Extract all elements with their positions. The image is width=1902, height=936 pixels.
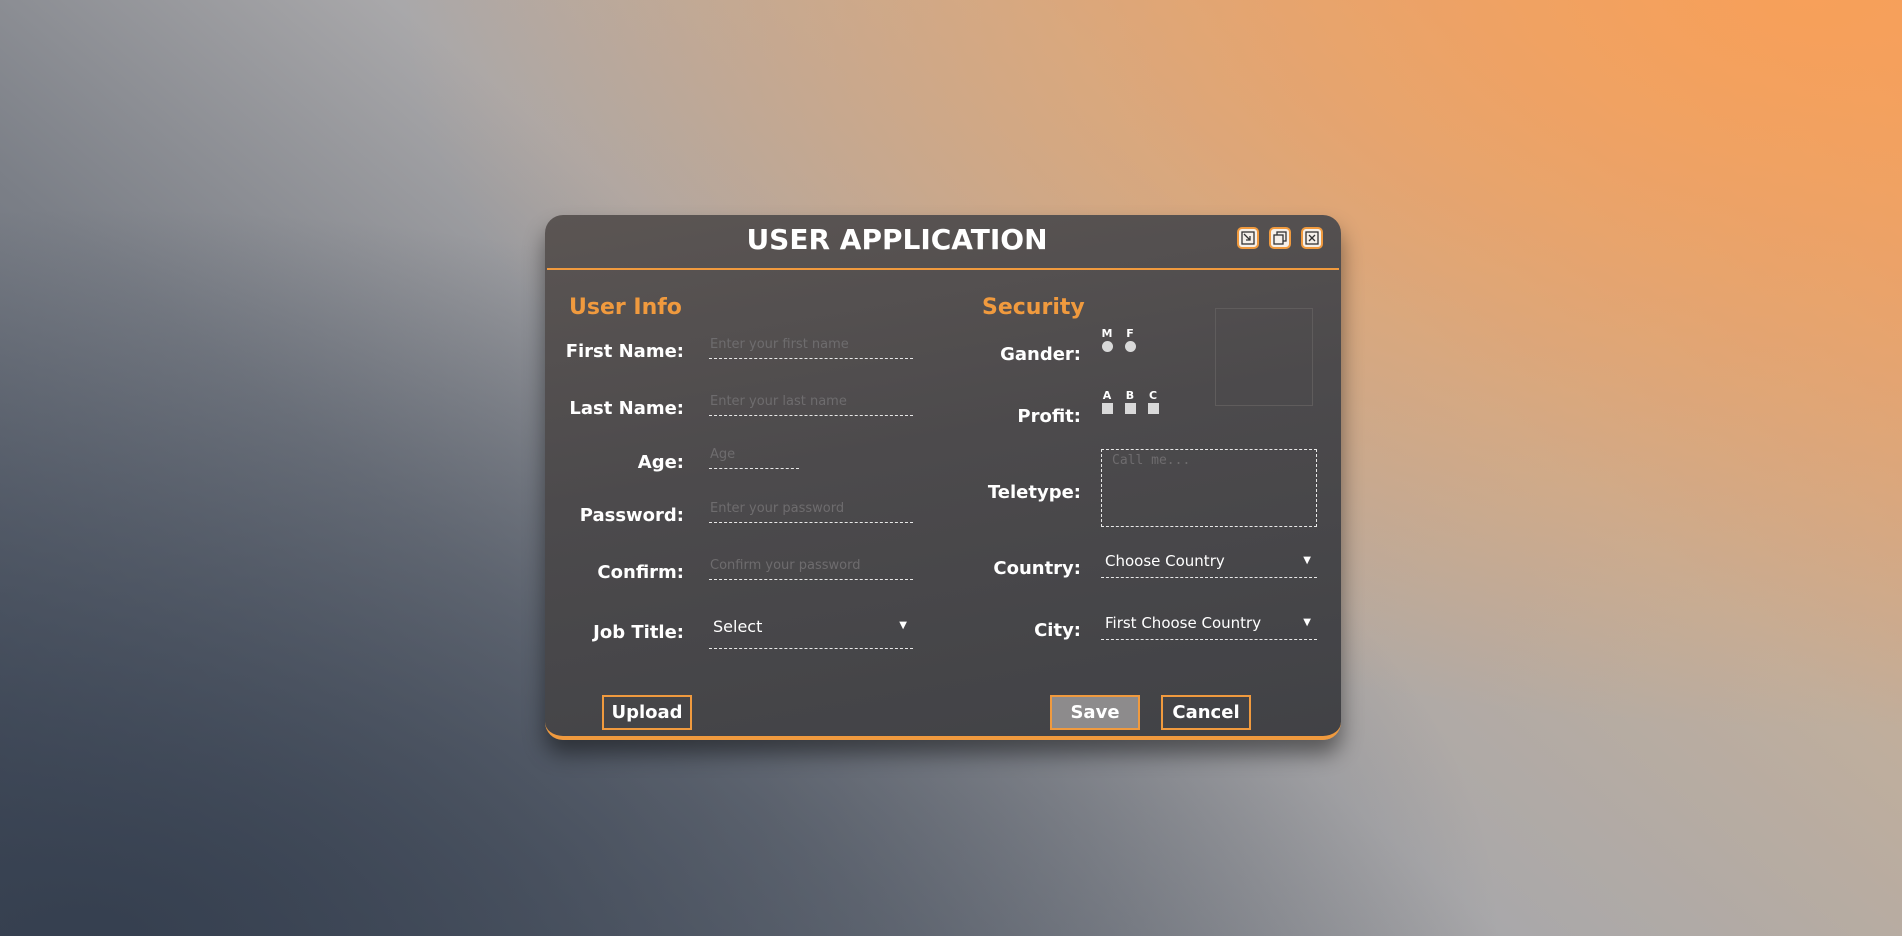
country-label: Country: — [993, 558, 1081, 579]
last-name-label: Last Name: — [569, 398, 684, 419]
country-selected-value: Choose Country — [1105, 552, 1225, 570]
gender-radio-f[interactable] — [1124, 341, 1136, 352]
restore-button[interactable] — [1269, 227, 1291, 249]
gender-option-f[interactable]: F — [1123, 327, 1137, 352]
job-title-label: Job Title: — [593, 622, 684, 643]
dropdown-caret-icon: ▼ — [1303, 555, 1311, 566]
job-title-selected-value: Select — [713, 617, 763, 636]
teletype-textarea[interactable] — [1101, 449, 1317, 527]
profit-option-label: A — [1102, 389, 1112, 402]
minimize-button[interactable] — [1237, 227, 1259, 249]
confirm-label: Confirm: — [597, 562, 684, 583]
first-name-label: First Name: — [565, 341, 684, 362]
upload-button[interactable]: Upload — [602, 695, 692, 730]
first-name-input[interactable] — [709, 337, 913, 359]
close-button[interactable] — [1301, 227, 1323, 249]
user-info-heading: User Info — [569, 295, 682, 320]
teletype-label: Teletype: — [987, 482, 1081, 503]
gender-label: Gander: — [1000, 344, 1081, 365]
security-heading: Security — [982, 295, 1085, 320]
gender-radio-group: M F — [1100, 327, 1137, 352]
gender-option-label: M — [1101, 327, 1113, 340]
profit-checkbox-c[interactable] — [1147, 403, 1159, 414]
close-icon — [1305, 231, 1319, 245]
password-label: Password: — [579, 505, 684, 526]
profit-label: Profit: — [1017, 406, 1081, 427]
password-input[interactable] — [709, 501, 913, 523]
photo-preview-box — [1215, 308, 1313, 406]
save-button[interactable]: Save — [1050, 695, 1140, 730]
title-bar: USER APPLICATION — [547, 215, 1339, 270]
confirm-password-input[interactable] — [709, 558, 913, 580]
dropdown-caret-icon: ▼ — [899, 620, 907, 631]
city-select[interactable]: First Choose Country ▼ — [1101, 614, 1317, 640]
last-name-input[interactable] — [709, 394, 913, 416]
country-select[interactable]: Choose Country ▼ — [1101, 552, 1317, 578]
gender-radio-m[interactable] — [1101, 341, 1113, 352]
dialog-title: USER APPLICATION — [746, 223, 1048, 256]
restore-icon — [1273, 231, 1287, 245]
city-label: City: — [1034, 620, 1081, 641]
gender-option-m[interactable]: M — [1100, 327, 1114, 352]
city-selected-value: First Choose Country — [1105, 614, 1262, 632]
age-input[interactable] — [709, 447, 799, 469]
profit-option-b[interactable]: B — [1123, 389, 1137, 414]
cancel-button[interactable]: Cancel — [1161, 695, 1251, 730]
age-label: Age: — [637, 452, 684, 473]
window-controls — [1237, 227, 1323, 249]
profit-checkbox-b[interactable] — [1124, 403, 1136, 414]
profit-option-a[interactable]: A — [1100, 389, 1114, 414]
profit-option-label: B — [1125, 389, 1135, 402]
gender-option-label: F — [1126, 327, 1134, 340]
job-title-select[interactable]: Select ▼ — [709, 617, 913, 649]
minimize-icon — [1241, 231, 1255, 245]
profit-option-label: C — [1148, 389, 1158, 402]
dropdown-caret-icon: ▼ — [1303, 617, 1311, 628]
profit-checkbox-a[interactable] — [1101, 403, 1113, 414]
user-application-dialog: USER APPLICATION User Info First Name: E… — [545, 215, 1341, 740]
profit-checkbox-group: A B C — [1100, 389, 1160, 414]
profit-option-c[interactable]: C — [1146, 389, 1160, 414]
